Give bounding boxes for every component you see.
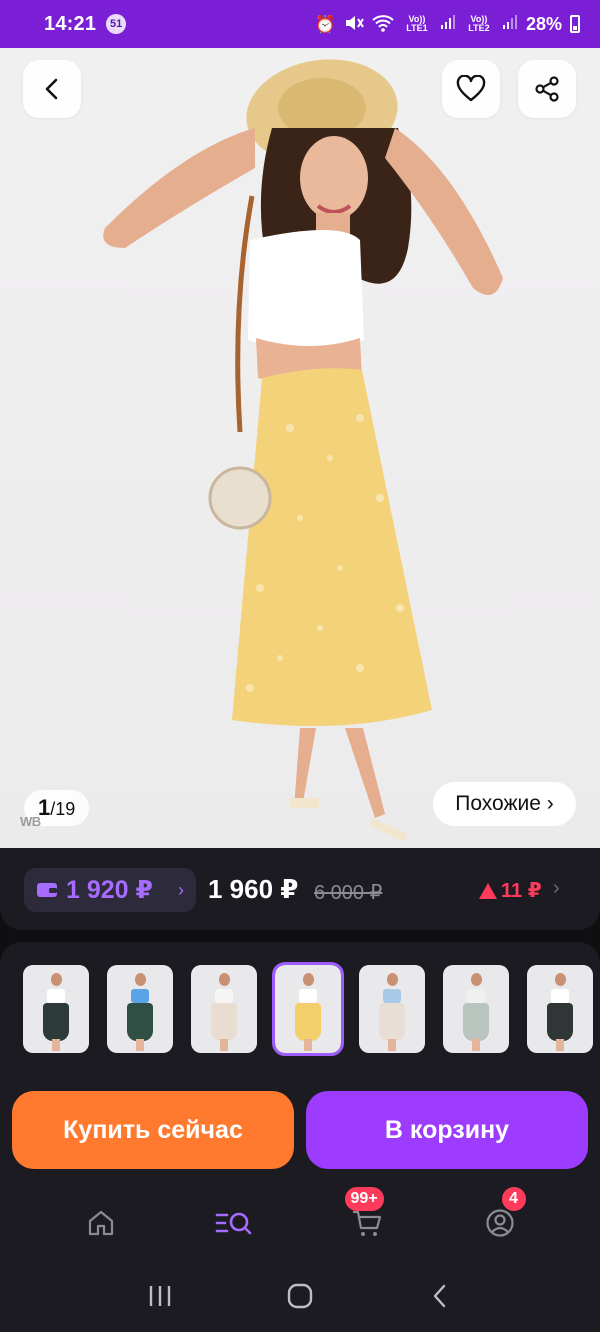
profile-badge: 4 <box>501 1187 526 1211</box>
add-to-cart-button[interactable]: В корзину <box>306 1091 588 1169</box>
recent-apps-icon <box>149 1286 171 1306</box>
thumbnail-top <box>131 989 149 1003</box>
similar-label: Похожие › <box>455 792 554 815</box>
thumbnail-top <box>467 989 485 1003</box>
thumbnail-legs <box>388 1039 396 1051</box>
tab-profile[interactable]: 4 <box>470 1187 530 1253</box>
chevron-right-icon[interactable]: › <box>553 877 560 900</box>
image-counter-total: /19 <box>50 799 76 819</box>
bottom-panel: Купить сейчас В корзину 99+ 4 <box>0 942 600 1332</box>
back-chevron-icon <box>433 1284 446 1308</box>
thumbnail[interactable] <box>359 965 425 1053</box>
chevron-right-icon: › <box>178 879 184 900</box>
thumbnail-skirt <box>547 1003 573 1041</box>
home-system-button[interactable] <box>280 1276 320 1316</box>
thumbnail-model <box>219 973 230 986</box>
recent-apps-button[interactable] <box>140 1276 180 1316</box>
add-to-cart-label: В корзину <box>384 1115 510 1144</box>
profile-icon <box>485 1209 514 1237</box>
thumbnail[interactable] <box>23 965 89 1053</box>
notification-count-badge: 51 <box>106 14 127 34</box>
chevron-left-icon <box>45 78 58 100</box>
battery-icon <box>570 15 580 33</box>
thumbnail[interactable] <box>527 965 593 1053</box>
thumbnail[interactable] <box>443 965 509 1053</box>
favorite-button[interactable] <box>442 60 500 118</box>
status-icons: ⏰ Vo)) LTE1 Vo)) LTE2 28% <box>315 14 580 35</box>
thumbnail-model <box>135 973 146 986</box>
thumbnail-skirt <box>43 1003 69 1041</box>
thumbnail-skirt <box>211 1003 237 1041</box>
alarm-icon: ⏰ <box>314 14 336 34</box>
thumbnail-legs <box>304 1039 312 1051</box>
thumbnail-top <box>299 989 317 1003</box>
thumbnail-legs <box>220 1039 228 1051</box>
share-button[interactable] <box>518 60 576 118</box>
cart-icon <box>352 1210 381 1236</box>
status-time: 14:21 <box>44 12 97 35</box>
mute-icon <box>344 14 364 35</box>
back-system-button[interactable] <box>420 1276 460 1316</box>
thumbnail-skirt <box>379 1003 405 1041</box>
action-buttons: Купить сейчас В корзину <box>12 1091 588 1169</box>
home-circle-icon <box>287 1283 313 1309</box>
thumbnail-top <box>47 989 65 1003</box>
old-price: 6 000 ₽ <box>314 882 383 904</box>
thumbnail-model <box>471 973 482 986</box>
current-price: 1 960 ₽ <box>208 874 299 904</box>
thumbnail-model <box>303 973 314 986</box>
network-1: Vo)) LTE1 <box>406 14 428 33</box>
similar-button[interactable]: Похожие › <box>433 782 576 826</box>
wallet-price: 1 920 ₽ <box>66 876 153 904</box>
price-change[interactable]: 11 ₽ <box>478 878 542 903</box>
battery-percent: 28% <box>525 13 562 34</box>
wifi-icon <box>372 14 394 35</box>
heart-icon <box>456 75 486 102</box>
thumbnail-top <box>551 989 569 1003</box>
tab-bar: 99+ 4 <box>0 1187 600 1258</box>
thumbnail-top <box>383 989 401 1003</box>
signal-icon <box>440 14 456 35</box>
tab-home[interactable] <box>71 1193 131 1253</box>
buy-now-label: Купить сейчас <box>63 1115 243 1144</box>
price-bar: 1 920 ₽ › 1 960 ₽ 6 000 ₽ 11 ₽ › <box>0 848 600 930</box>
catalog-search-icon <box>215 1212 251 1235</box>
thumbnail-model <box>555 973 566 986</box>
product-image-gallery[interactable]: 1 /19 WB Похожие › <box>0 48 600 848</box>
tab-cart[interactable]: 99+ <box>337 1187 397 1253</box>
status-bar: 14:21 51 ⏰ Vo)) LTE1 Vo)) LTE2 28% <box>0 0 600 48</box>
thumbnail-skirt <box>463 1003 489 1041</box>
thumbnail-model <box>51 973 62 986</box>
thumbnail[interactable] <box>191 965 257 1053</box>
back-button[interactable] <box>23 60 81 118</box>
price-change-value: 11 ₽ <box>501 880 542 902</box>
system-navigation-bar <box>0 1260 600 1332</box>
wallet-icon <box>37 883 57 897</box>
network-2: Vo)) LTE2 <box>468 14 490 33</box>
thumbnail-skirt <box>127 1003 153 1041</box>
wb-watermark: WB <box>20 814 41 829</box>
tab-catalog[interactable] <box>204 1193 264 1253</box>
cart-badge: 99+ <box>344 1187 384 1211</box>
thumbnail-model <box>387 973 398 986</box>
thumbnail-legs <box>472 1039 480 1051</box>
share-icon <box>535 76 559 102</box>
buy-now-button[interactable]: Купить сейчас <box>12 1091 294 1169</box>
product-photo <box>103 59 503 842</box>
signal-icon <box>502 14 518 35</box>
thumbnail-legs <box>136 1039 144 1051</box>
thumbnail-legs <box>556 1039 564 1051</box>
thumbnail[interactable] <box>107 965 173 1053</box>
thumbnail-legs <box>52 1039 60 1051</box>
triangle-up-icon <box>479 882 497 899</box>
thumbnail-top <box>215 989 233 1003</box>
home-icon <box>88 1210 113 1236</box>
thumbnail-skirt <box>295 1003 321 1041</box>
wallet-price-button[interactable]: 1 920 ₽ › <box>24 868 196 912</box>
thumbnail[interactable] <box>272 962 344 1056</box>
thumbnail-strip[interactable] <box>23 962 593 1056</box>
